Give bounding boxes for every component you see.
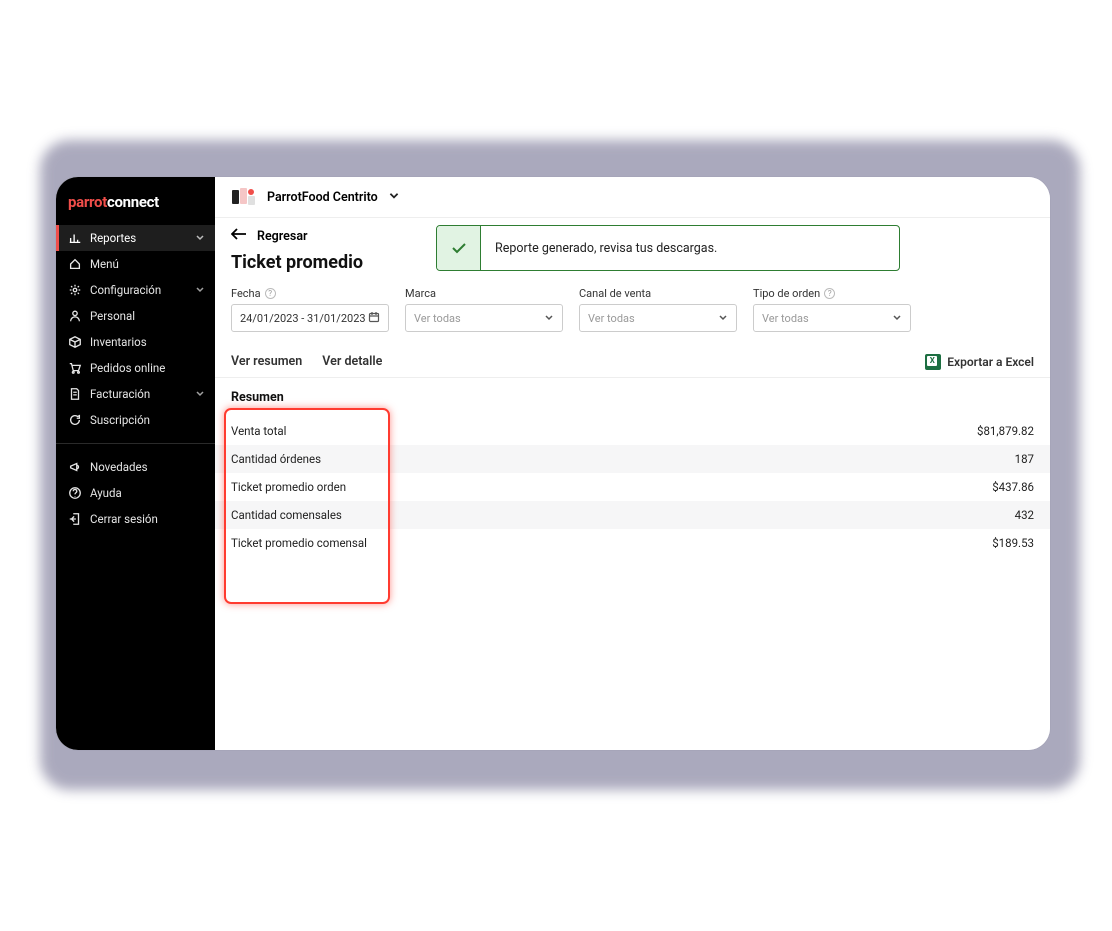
sidebar-item-label: Suscripción — [90, 413, 150, 427]
box-icon — [68, 335, 82, 349]
channel-placeholder: Ver todas — [588, 312, 635, 325]
sidebar-item-label: Reportes — [90, 231, 136, 245]
refresh-icon — [68, 413, 82, 427]
arrow-left-icon — [231, 228, 247, 244]
sidebar-item-pedidos-online[interactable]: Pedidos online — [56, 355, 215, 381]
summary-heading: Resumen — [215, 378, 1050, 417]
location-name: ParrotFood Centrito — [267, 190, 378, 205]
back-label: Regresar — [257, 229, 308, 244]
sidebar-item-inventarios[interactable]: Inventarios — [56, 329, 215, 355]
order-type-placeholder: Ver todas — [762, 312, 809, 325]
person-icon — [68, 309, 82, 323]
row-label: Ticket promedio orden — [231, 480, 346, 494]
sidebar-item-menu[interactable]: Menú — [56, 251, 215, 277]
sidebar-item-label: Inventarios — [90, 335, 147, 349]
row-value: 432 — [1015, 508, 1034, 522]
home-icon — [68, 257, 82, 271]
chevron-down-icon — [195, 387, 205, 401]
filter-canal: Canal de venta Ver todas — [579, 287, 737, 332]
success-alert: Reporte generado, revisa tus descargas. — [436, 225, 900, 271]
table-row: Ticket promedio comensal $189.53 — [215, 529, 1050, 557]
row-label: Cantidad órdenes — [231, 452, 321, 466]
megaphone-icon — [68, 460, 82, 474]
sidebar-separator — [56, 443, 215, 444]
filter-tipo: Tipo de orden ? Ver todas — [753, 287, 911, 332]
brand-select[interactable]: Ver todas — [405, 304, 563, 332]
help-icon[interactable]: ? — [824, 288, 835, 299]
summary-table: Resumen Venta total $81,879.82 Cantidad … — [215, 378, 1050, 557]
sidebar-item-label: Novedades — [90, 460, 148, 474]
location-avatar-icon — [231, 187, 257, 207]
sidebar-item-label: Personal — [90, 309, 135, 323]
gear-icon — [68, 283, 82, 297]
logo-part1: parrot — [68, 193, 107, 211]
order-type-select[interactable]: Ver todas — [753, 304, 911, 332]
sidebar-item-label: Ayuda — [90, 486, 122, 500]
filter-label: Fecha — [231, 287, 261, 300]
tab-resumen[interactable]: Ver resumen — [231, 346, 302, 377]
brand-placeholder: Ver todas — [414, 312, 461, 325]
row-label: Venta total — [231, 424, 286, 438]
location-selector[interactable]: ParrotFood Centrito — [215, 177, 1050, 218]
sidebar-item-label: Menú — [90, 257, 119, 271]
chevron-down-icon — [544, 312, 554, 325]
table-row: Venta total $81,879.82 — [215, 417, 1050, 445]
logo-part2: connect — [107, 193, 159, 211]
sidebar-item-novedades[interactable]: Novedades — [56, 454, 215, 480]
app-logo: parrotconnect — [56, 177, 215, 225]
row-label: Ticket promedio comensal — [231, 536, 367, 550]
sidebar-item-reportes[interactable]: Reportes — [56, 225, 215, 251]
table-row: Cantidad comensales 432 — [215, 501, 1050, 529]
export-label: Exportar a Excel — [947, 355, 1034, 369]
check-icon — [437, 226, 481, 270]
sidebar: parrotconnect Reportes Menú — [56, 177, 215, 750]
chevron-down-icon — [195, 231, 205, 245]
help-icon — [68, 486, 82, 500]
sidebar-item-configuracion[interactable]: Configuración — [56, 277, 215, 303]
sidebar-item-label: Configuración — [90, 283, 161, 297]
row-value: $81,879.82 — [977, 424, 1034, 438]
row-value: 187 — [1015, 452, 1034, 466]
chevron-down-icon — [195, 283, 205, 297]
tab-detalle[interactable]: Ver detalle — [322, 346, 382, 377]
filter-label: Marca — [405, 287, 436, 300]
row-label: Cantidad comensales — [231, 508, 342, 522]
export-excel-button[interactable]: Exportar a Excel — [925, 354, 1034, 370]
chevron-down-icon — [388, 189, 400, 205]
document-icon — [68, 387, 82, 401]
filter-label: Tipo de orden — [753, 287, 820, 300]
filters-row: Fecha ? 24/01/2023 - 31/01/2023 Marca Ve… — [215, 287, 1050, 346]
sidebar-nav: Reportes Menú Configuración — [56, 225, 215, 532]
sidebar-item-personal[interactable]: Personal — [56, 303, 215, 329]
sidebar-item-label: Cerrar sesión — [90, 512, 158, 526]
sidebar-item-logout[interactable]: Cerrar sesión — [56, 506, 215, 532]
filter-fecha: Fecha ? 24/01/2023 - 31/01/2023 — [231, 287, 389, 332]
sidebar-item-ayuda[interactable]: Ayuda — [56, 480, 215, 506]
cart-icon — [68, 361, 82, 375]
logout-icon — [68, 512, 82, 526]
chevron-down-icon — [892, 312, 902, 325]
filter-label: Canal de venta — [579, 287, 651, 300]
row-value: $437.86 — [992, 480, 1034, 494]
bar-chart-icon — [68, 231, 82, 245]
date-range-input[interactable]: 24/01/2023 - 31/01/2023 — [231, 304, 389, 332]
sidebar-item-label: Pedidos online — [90, 361, 165, 375]
row-value: $189.53 — [992, 536, 1034, 550]
tabs-row: Ver resumen Ver detalle Exportar a Excel — [215, 346, 1050, 378]
channel-select[interactable]: Ver todas — [579, 304, 737, 332]
sidebar-item-facturacion[interactable]: Facturación — [56, 381, 215, 407]
table-row: Ticket promedio orden $437.86 — [215, 473, 1050, 501]
sidebar-item-label: Facturación — [90, 387, 150, 401]
calendar-icon — [368, 311, 380, 326]
excel-icon — [925, 354, 941, 370]
filter-marca: Marca Ver todas — [405, 287, 563, 332]
sidebar-item-suscripcion[interactable]: Suscripción — [56, 407, 215, 433]
chevron-down-icon — [718, 312, 728, 325]
alert-message: Reporte generado, revisa tus descargas. — [481, 226, 731, 270]
table-row: Cantidad órdenes 187 — [215, 445, 1050, 473]
date-range-value: 24/01/2023 - 31/01/2023 — [240, 312, 366, 325]
help-icon[interactable]: ? — [265, 288, 276, 299]
